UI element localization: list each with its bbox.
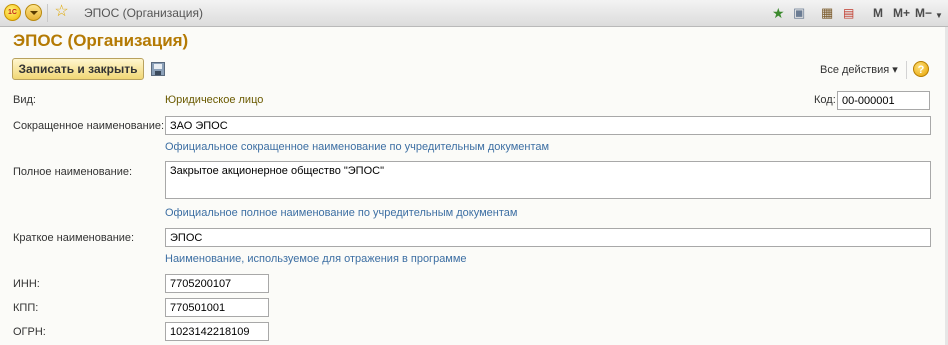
window-titlebar: 1С ☆ ЭПОС (Организация) ★ ▣ ▦ ▤ M M+ M− … bbox=[0, 0, 948, 27]
code-label: Код: bbox=[814, 94, 836, 106]
toolbar-separator bbox=[906, 61, 907, 79]
kpp-label: КПП: bbox=[13, 302, 39, 314]
main-menu-icon[interactable] bbox=[25, 4, 42, 21]
ogrn-input[interactable]: 1023142218109 bbox=[165, 322, 269, 341]
full-name-textarea[interactable]: Закрытое акционерное общество "ЭПОС" bbox=[165, 161, 931, 199]
favorite-star-icon[interactable]: ☆ bbox=[53, 4, 70, 21]
1c-logo-icon[interactable]: 1С bbox=[4, 4, 21, 21]
bookmark-icon[interactable]: ▣ bbox=[793, 5, 805, 21]
brief-name-label: Краткое наименование: bbox=[13, 232, 135, 244]
ogrn-label: ОГРН: bbox=[13, 326, 46, 338]
form-title: ЭПОС (Организация) bbox=[13, 31, 189, 50]
full-name-hint: Официальное полное наименование по учред… bbox=[165, 207, 518, 219]
short-name-input[interactable]: ЗАО ЭПОС bbox=[165, 116, 931, 135]
window-title: ЭПОС (Организация) bbox=[84, 6, 203, 20]
kind-label: Вид: bbox=[13, 94, 36, 106]
help-icon[interactable]: ? bbox=[913, 61, 929, 77]
brief-name-hint: Наименование, используемое для отражения… bbox=[165, 253, 467, 265]
inn-input[interactable]: 7705200107 bbox=[165, 274, 269, 293]
save-disk-icon[interactable] bbox=[151, 62, 165, 76]
save-and-close-button[interactable]: Записать и закрыть bbox=[12, 58, 144, 80]
memory-button[interactable]: M bbox=[873, 6, 883, 20]
all-actions-menu[interactable]: Все действия ▾ bbox=[820, 63, 898, 76]
short-name-hint: Официальное сокращенное наименование по … bbox=[165, 141, 550, 153]
add-to-favorites-icon[interactable]: ★ bbox=[772, 5, 785, 21]
short-name-label: Сокращенное наименование: bbox=[13, 120, 165, 132]
brief-name-input[interactable]: ЭПОС bbox=[165, 228, 931, 247]
memory-minus-button[interactable]: M− bbox=[915, 6, 932, 20]
toolbar-separator bbox=[47, 4, 48, 22]
calendar-icon[interactable]: ▤ bbox=[843, 5, 854, 21]
calculator-icon[interactable]: ▦ bbox=[821, 5, 833, 21]
memory-plus-button[interactable]: M+ bbox=[893, 6, 910, 20]
kind-value: Юридическое лицо bbox=[165, 94, 264, 106]
kpp-input[interactable]: 770501001 bbox=[165, 298, 269, 317]
code-field[interactable]: 00-000001 bbox=[837, 91, 930, 110]
chevron-down-icon[interactable]: ▼ bbox=[935, 8, 943, 24]
full-name-label: Полное наименование: bbox=[13, 166, 133, 178]
inn-label: ИНН: bbox=[13, 278, 40, 290]
